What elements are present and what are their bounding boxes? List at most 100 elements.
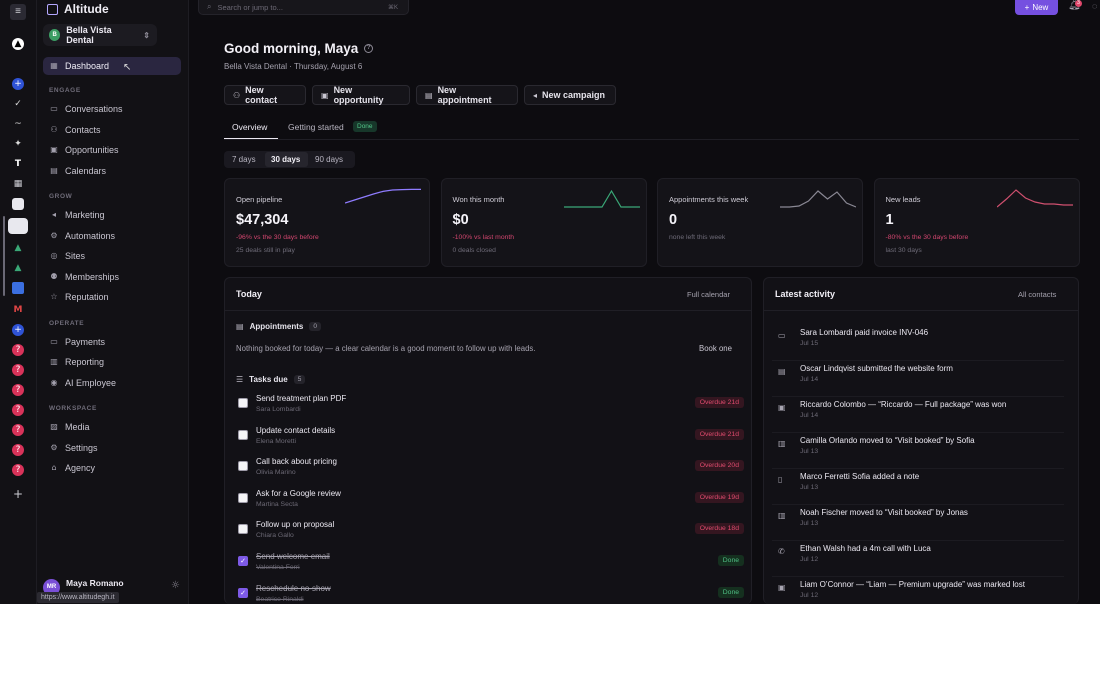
activity-item[interactable]: ✆ Ethan Walsh had a 4m call with Luca Jul …: [772, 541, 1064, 577]
info-icon[interactable]: ?: [364, 44, 374, 53]
calendar-icon: ▤: [425, 90, 433, 100]
activity-item[interactable]: ▥ Noah Fischer moved to “Visit booked” by…: [772, 505, 1064, 541]
sidebar-item-opportunities[interactable]: ▣ Opportunities: [43, 141, 181, 159]
task-row[interactable]: Follow up on proposal Chiara Gallo Overdue…: [236, 520, 744, 546]
new-appointment-button[interactable]: ▤ New appointment: [416, 85, 518, 105]
active-tab-indicator: [224, 138, 278, 139]
button-label: New opportunity: [333, 85, 384, 105]
rail-scroll-indicator: [3, 216, 5, 296]
add-tab-icon[interactable]: +: [12, 488, 24, 500]
kpi-value: $0: [452, 212, 469, 228]
status-badge: Overdue 20d: [694, 460, 744, 472]
tab-overview[interactable]: Overview: [232, 122, 267, 132]
activity-item[interactable]: ▣ Liam O’Connor — “Liam — Premium upgrade…: [772, 577, 1064, 604]
rail-app-icon[interactable]: ▲: [12, 38, 24, 50]
sidebar-item-reputation[interactable]: ☆ Reputation: [43, 288, 181, 306]
kpi-card[interactable]: Appointments this week 0 none left this we…: [657, 178, 863, 267]
browser-menu-icon[interactable]: ≡: [10, 4, 26, 20]
activity-item[interactable]: ▤ Oscar Lindqvist submitted the website f…: [772, 361, 1064, 397]
rail-app-icon[interactable]: ?: [12, 424, 24, 436]
activity-item[interactable]: ▭ Sara Lombardi paid invoice INV-046 Jul 1…: [772, 325, 1064, 361]
book-one-link[interactable]: Book one: [699, 344, 732, 353]
task-checkbox[interactable]: [238, 492, 248, 503]
task-row[interactable]: Call back about pricing Olivia Marino Over…: [236, 457, 744, 483]
sidebar-item-media[interactable]: ▨ Media: [43, 418, 181, 436]
account-switcher[interactable]: B Bella Vista Dental ⇕: [43, 24, 157, 46]
task-checkbox[interactable]: ✓: [238, 587, 248, 598]
rail-app-icon[interactable]: ?: [12, 364, 24, 376]
rail-app-icon[interactable]: [12, 198, 24, 210]
rail-app-icon[interactable]: +: [12, 78, 24, 90]
rail-app-icon[interactable]: ?: [12, 384, 24, 396]
sidebar-item-dashboard[interactable]: ▦ Dashboard ↖: [43, 57, 181, 75]
sidebar-item-reporting[interactable]: ▥ Reporting: [43, 353, 181, 371]
sidebar-item-label: Automations: [65, 230, 116, 241]
new-contact-button[interactable]: ⚇ New contact: [224, 85, 306, 105]
task-row[interactable]: Update contact details Elena Moretti Overd…: [236, 426, 744, 452]
range-7-days[interactable]: 7 days: [232, 155, 256, 164]
sidebar-item-automations[interactable]: ⚙ Automations: [43, 227, 181, 245]
rail-app-icon[interactable]: ~: [12, 118, 24, 130]
page-title: Good morning, Maya ?: [224, 41, 374, 56]
task-checkbox[interactable]: [238, 524, 248, 535]
task-checkbox[interactable]: ✓: [238, 556, 248, 566]
all-contacts-link[interactable]: All contacts: [1018, 290, 1056, 299]
sidebar-item-ai-employee[interactable]: ◉ AI Employee: [43, 374, 181, 392]
sidebar-item-calendars[interactable]: ▤ Calendars: [43, 162, 181, 180]
rail-app-icon[interactable]: ?: [12, 404, 24, 416]
task-row[interactable]: ✓ Send welcome email Valentina Ferri Done: [236, 552, 744, 578]
sidebar-item-conversations[interactable]: ▭ Conversations: [43, 100, 181, 118]
full-calendar-link[interactable]: Full calendar: [687, 290, 730, 299]
rail-app-icon[interactable]: ?: [12, 344, 24, 356]
button-label: New appointment: [437, 85, 492, 105]
task-checkbox[interactable]: [238, 461, 248, 472]
task-contact: Martina Secta: [256, 500, 298, 508]
rail-app-icon[interactable]: ?: [12, 444, 24, 456]
sidebar-item-marketing[interactable]: ◂ Marketing: [43, 206, 181, 224]
sidebar-item-sites[interactable]: ◎ Sites: [43, 247, 181, 265]
drive-icon[interactable]: ▲: [12, 242, 24, 254]
range-90-days[interactable]: 90 days: [315, 155, 343, 164]
task-checkbox[interactable]: [238, 429, 248, 440]
kpi-card[interactable]: Open pipeline $47,304 -96% vs the 30 days …: [224, 178, 430, 267]
rail-app-icon[interactable]: ✓: [12, 98, 24, 110]
help-icon[interactable]: ◌: [1092, 1, 1097, 11]
sparkline-path: [345, 188, 421, 204]
rail-app-icon[interactable]: ?: [12, 464, 24, 476]
range-30-days[interactable]: 30 days: [271, 155, 300, 164]
activity-item[interactable]: ▯ Marco Ferretti Sofia added a note Jul 13: [772, 469, 1064, 505]
sidebar-item-payments[interactable]: ▭ Payments: [43, 333, 181, 351]
theme-icon[interactable]: ☼: [171, 580, 180, 591]
new-campaign-button[interactable]: ◂ New campaign: [524, 85, 616, 105]
activity-item[interactable]: ▥ Camilla Orlando moved to “Visit booked”…: [772, 433, 1064, 469]
tabs-divider: [224, 139, 1079, 140]
task-contact: Chiara Gallo: [256, 532, 294, 540]
docs-icon[interactable]: [12, 282, 24, 294]
task-checkbox[interactable]: [238, 398, 248, 408]
rail-active-tab[interactable]: [8, 218, 28, 234]
kpi-label: New leads: [885, 195, 921, 204]
kpi-card[interactable]: New leads 1 -80% vs the 30 days before last…: [873, 178, 1080, 267]
rail-app-icon[interactable]: ▦: [12, 178, 24, 190]
status-badge: Overdue 18d: [694, 523, 744, 535]
chevron-updown-icon: ⇕: [143, 30, 150, 40]
gmail-icon[interactable]: M: [12, 304, 24, 316]
rail-app-icon[interactable]: ✦: [12, 138, 24, 150]
task-row[interactable]: ✓ Reschedule no-show Beatrice Rinaldi Done: [236, 584, 744, 604]
brand[interactable]: Altitude: [47, 2, 109, 16]
activity-item[interactable]: ▣ Riccardo Colombo — “Riccardo — Full pac…: [772, 397, 1064, 433]
rail-app-icon[interactable]: T: [12, 158, 24, 170]
kpi-card[interactable]: Won this month $0 -100% vs last month 0 dea…: [440, 178, 647, 267]
tab-getting-started[interactable]: Getting started: [288, 122, 344, 132]
rail-app-icon[interactable]: +: [12, 324, 24, 336]
new-button[interactable]: + New: [1015, 0, 1058, 15]
sidebar-item-agency[interactable]: ⌂ Agency: [43, 459, 181, 477]
drive-icon[interactable]: ▲: [12, 262, 24, 274]
sidebar-item-contacts[interactable]: ⚇ Contacts: [43, 121, 181, 139]
task-row[interactable]: Send treatment plan PDF Sara Lombardi Over…: [236, 394, 744, 420]
sidebar-item-memberships[interactable]: ⚉ Memberships: [43, 268, 181, 286]
task-row[interactable]: Ask for a Google review Martina Secta Over…: [236, 489, 744, 515]
new-opportunity-button[interactable]: ▣ New opportunity: [312, 85, 410, 105]
sidebar-item-settings[interactable]: ⚙ Settings: [43, 439, 181, 457]
search-input[interactable]: ⌕ Search or jump to... ⌘K: [198, 0, 409, 15]
